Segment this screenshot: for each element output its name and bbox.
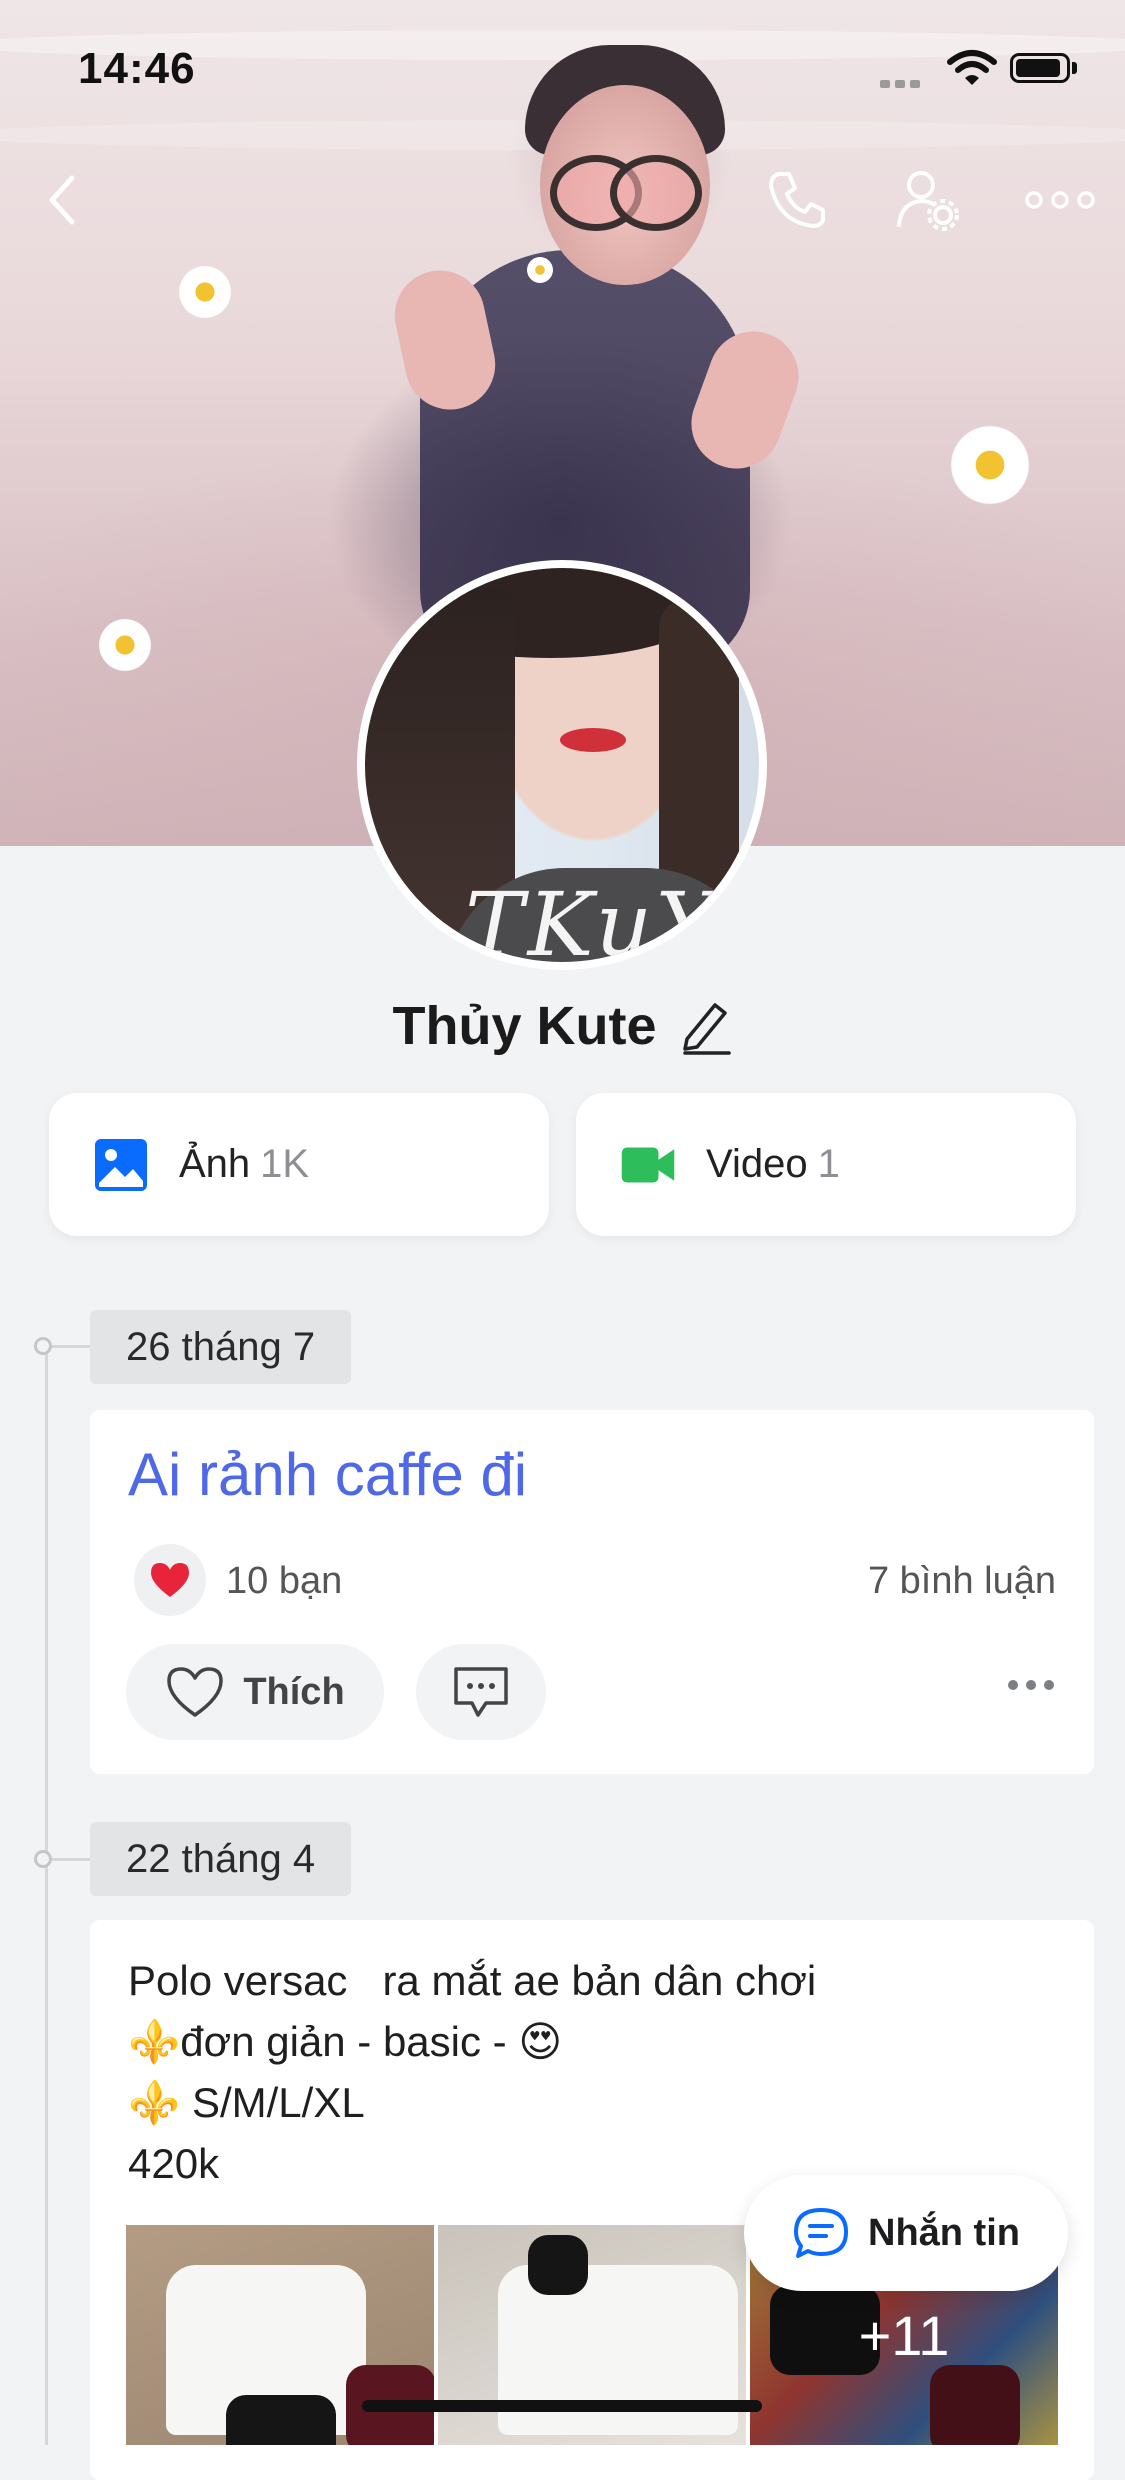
- cellular-signal-icon: [880, 75, 938, 88]
- call-button[interactable]: [757, 160, 837, 240]
- shirt-tag: [528, 2235, 588, 2295]
- timeline-line: [45, 1345, 48, 2445]
- like-label: Thích: [243, 1670, 345, 1713]
- post-photo[interactable]: [126, 2225, 434, 2445]
- profile-settings-button[interactable]: [888, 160, 968, 240]
- comment-bubble-icon: [454, 1667, 508, 1717]
- flower-decoration: [525, 255, 555, 285]
- videos-count: 1: [817, 1142, 840, 1186]
- post-title: Ai rảnh caffe đi: [128, 1441, 528, 1508]
- wifi-icon: [947, 50, 997, 85]
- post-photo[interactable]: [438, 2225, 746, 2445]
- chevron-left-icon: [49, 175, 75, 225]
- date-chip: 22 tháng 4: [90, 1822, 352, 1896]
- phone-icon: [769, 172, 825, 228]
- avatar-shirt-text: TKuY: [465, 873, 719, 962]
- photos-label: Ảnh: [179, 1142, 251, 1186]
- caption-line: ⚜️đơn giản - basic - 😍: [128, 2018, 563, 2065]
- comment-button[interactable]: [416, 1644, 546, 1740]
- timeline-tick: [52, 1858, 92, 1861]
- like-button[interactable]: Thích: [126, 1644, 384, 1740]
- message-button-label: Nhắn tin: [868, 2211, 1020, 2254]
- cover-glasses: [610, 155, 702, 231]
- caption-line: Polo versac ra mắt ae bản dân chơi: [128, 1957, 817, 2004]
- video-camera-icon: [620, 1137, 676, 1193]
- likes-count[interactable]: 10 bạn: [226, 1560, 342, 1603]
- flower-decoration: [945, 420, 1035, 510]
- reaction-badge: [134, 1544, 206, 1616]
- date-chip: 26 tháng 7: [90, 1310, 352, 1384]
- status-bar: 14:46: [0, 0, 1125, 130]
- battery-tip: [1072, 62, 1077, 74]
- heart-icon: [151, 1563, 189, 1597]
- chat-icon: [794, 2208, 848, 2258]
- timeline-tick: [52, 1345, 92, 1348]
- photos-card[interactable]: Ảnh 1K: [49, 1093, 549, 1236]
- more-horizontal-icon: [1025, 191, 1095, 209]
- battery-icon: [1010, 53, 1070, 83]
- back-button[interactable]: [22, 160, 102, 240]
- photos-count: 1K: [260, 1142, 310, 1186]
- user-gear-icon: [897, 171, 959, 231]
- videos-label: Video: [706, 1142, 808, 1186]
- flower-decoration: [175, 262, 235, 322]
- timeline-dot: [34, 1337, 52, 1355]
- edit-name-button[interactable]: [679, 997, 733, 1055]
- caption-line: ⚜️ S/M/L/XL: [128, 2079, 365, 2126]
- avatar-hair: [659, 598, 739, 898]
- avatar-lips: [560, 728, 626, 752]
- flower-decoration: [95, 615, 155, 675]
- videos-card[interactable]: Video 1: [576, 1093, 1076, 1236]
- status-post[interactable]: Ai rảnh caffe đi 10 bạn 7 bình luận Thíc…: [90, 1410, 1094, 1774]
- post-caption: Polo versac ra mắt ae bản dân chơi ⚜️đơn…: [128, 1950, 816, 2194]
- profile-name: Thủy Kute: [392, 996, 657, 1056]
- profile-name-row: Thủy Kute: [0, 995, 1125, 1057]
- heart-outline-icon: [167, 1667, 224, 1717]
- caption-line: 420k: [128, 2140, 220, 2187]
- message-button[interactable]: Nhắn tin: [744, 2175, 1068, 2291]
- more-options-button[interactable]: [1020, 160, 1100, 240]
- image-icon: [93, 1137, 149, 1193]
- pencil-icon: [682, 1003, 731, 1055]
- timeline-dot: [34, 1850, 52, 1868]
- home-indicator: [362, 2400, 762, 2412]
- status-time: 14:46: [78, 44, 196, 93]
- black-shirt: [226, 2395, 336, 2445]
- post-more-button[interactable]: [1008, 1680, 1054, 1690]
- comments-count[interactable]: 7 bình luận: [868, 1560, 1056, 1603]
- profile-avatar[interactable]: TKuY: [357, 560, 767, 970]
